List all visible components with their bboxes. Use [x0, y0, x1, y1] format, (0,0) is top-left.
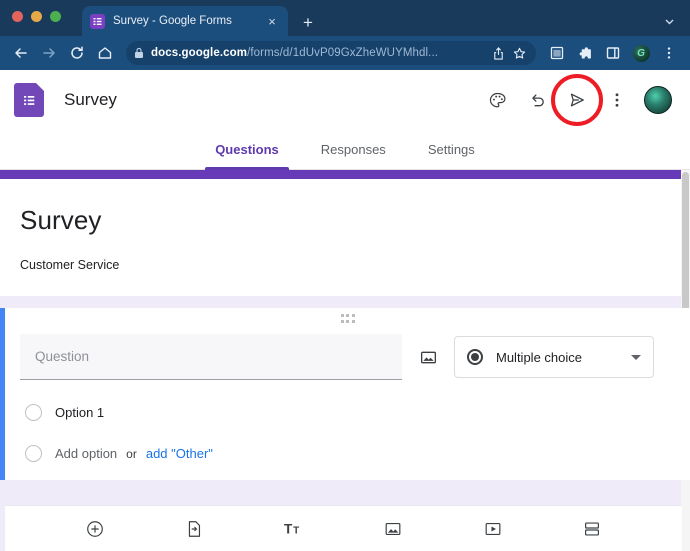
svg-text:T: T	[284, 521, 293, 536]
add-question-button[interactable]	[82, 516, 108, 542]
option-label[interactable]: Option 1	[55, 405, 104, 420]
radio-option-icon	[25, 445, 42, 462]
add-option-button[interactable]: Add option	[55, 446, 117, 461]
add-section-button[interactable]	[579, 516, 605, 542]
or-label: or	[126, 447, 137, 461]
radio-option-icon	[25, 404, 42, 421]
add-option-row: Add option or add "Other"	[20, 445, 672, 462]
forms-header: Survey	[0, 70, 690, 130]
extension-green-badge: G	[633, 45, 650, 62]
form-title-card[interactable]: Survey Customer Service	[0, 170, 690, 296]
option-row-1[interactable]: Option 1	[20, 404, 672, 421]
back-arrow-icon[interactable]	[8, 40, 34, 66]
add-image-icon[interactable]	[416, 345, 440, 369]
browser-toolbar: docs.google.com/forms/d/1dUvP09GxZheWUYM…	[0, 36, 690, 70]
tab-responses[interactable]: Responses	[309, 130, 398, 169]
browser-tab-title: Survey - Google Forms	[113, 15, 256, 27]
url-path: /forms/d/1dUvP09GxZheWUYMhdl...	[247, 47, 438, 59]
radio-button-icon	[467, 349, 483, 365]
browser-tab-survey[interactable]: Survey - Google Forms ×	[82, 6, 288, 36]
more-options-icon[interactable]	[604, 87, 630, 113]
star-icon[interactable]	[510, 44, 528, 62]
lock-icon	[134, 47, 144, 59]
home-icon[interactable]	[92, 40, 118, 66]
url-text: docs.google.com/forms/d/1dUvP09GxZheWUYM…	[151, 47, 438, 59]
chevron-down-icon	[631, 355, 641, 360]
question-row: Question Multiple choice	[20, 334, 672, 380]
add-video-button[interactable]	[480, 516, 506, 542]
forms-canvas: Survey Customer Service Question	[0, 170, 690, 551]
drag-handle-icon[interactable]	[341, 314, 355, 323]
question-type-select[interactable]: Multiple choice	[454, 336, 654, 378]
send-button[interactable]	[564, 87, 590, 113]
add-title-button[interactable]: T T	[281, 516, 307, 542]
chevron-down-icon[interactable]	[658, 10, 680, 32]
forms-tabs: Questions Responses Settings	[0, 130, 690, 170]
reload-icon[interactable]	[64, 40, 90, 66]
svg-text:T: T	[293, 525, 299, 536]
browser-titlebar: Survey - Google Forms × +	[0, 0, 690, 36]
close-window-button[interactable]	[12, 11, 23, 22]
avatar[interactable]	[644, 86, 672, 114]
forward-arrow-icon[interactable]	[36, 40, 62, 66]
puzzle-piece-icon[interactable]	[572, 40, 598, 66]
screenshot-extension-icon[interactable]	[544, 40, 570, 66]
forms-bottom-toolbar: T T	[5, 505, 682, 551]
close-tab-button[interactable]: ×	[264, 13, 280, 29]
new-tab-button[interactable]: +	[294, 8, 322, 36]
google-forms-logo[interactable]	[14, 83, 44, 117]
question-type-label: Multiple choice	[496, 350, 582, 365]
document-title[interactable]: Survey	[64, 90, 117, 110]
canvas-spacer	[0, 296, 690, 308]
omnibox-actions	[489, 44, 528, 62]
form-title[interactable]: Survey	[20, 205, 670, 236]
extension-green-icon[interactable]: G	[628, 40, 654, 66]
maximize-window-button[interactable]	[50, 11, 61, 22]
share-icon[interactable]	[489, 44, 507, 62]
forms-header-actions	[484, 86, 676, 114]
question-card[interactable]: Question Multiple choice	[0, 308, 690, 480]
browser-window: Survey - Google Forms × +	[0, 0, 690, 551]
google-forms-app: Survey	[0, 70, 690, 551]
question-input[interactable]: Question	[20, 334, 402, 380]
add-other-button[interactable]: add "Other"	[146, 446, 213, 461]
import-questions-button[interactable]	[181, 516, 207, 542]
add-image-button[interactable]	[380, 516, 406, 542]
palette-icon[interactable]	[484, 87, 510, 113]
undo-icon[interactable]	[524, 87, 550, 113]
minimize-window-button[interactable]	[31, 11, 42, 22]
tab-strip: Survey - Google Forms × +	[82, 6, 322, 36]
side-panel-icon[interactable]	[600, 40, 626, 66]
window-controls	[12, 11, 61, 22]
address-bar[interactable]: docs.google.com/forms/d/1dUvP09GxZheWUYM…	[126, 41, 536, 65]
three-dot-menu-icon[interactable]	[656, 40, 682, 66]
google-forms-favicon	[90, 14, 105, 29]
form-description[interactable]: Customer Service	[20, 258, 670, 272]
tab-questions[interactable]: Questions	[203, 130, 291, 169]
url-domain: docs.google.com	[151, 47, 247, 59]
tab-settings[interactable]: Settings	[416, 130, 487, 169]
